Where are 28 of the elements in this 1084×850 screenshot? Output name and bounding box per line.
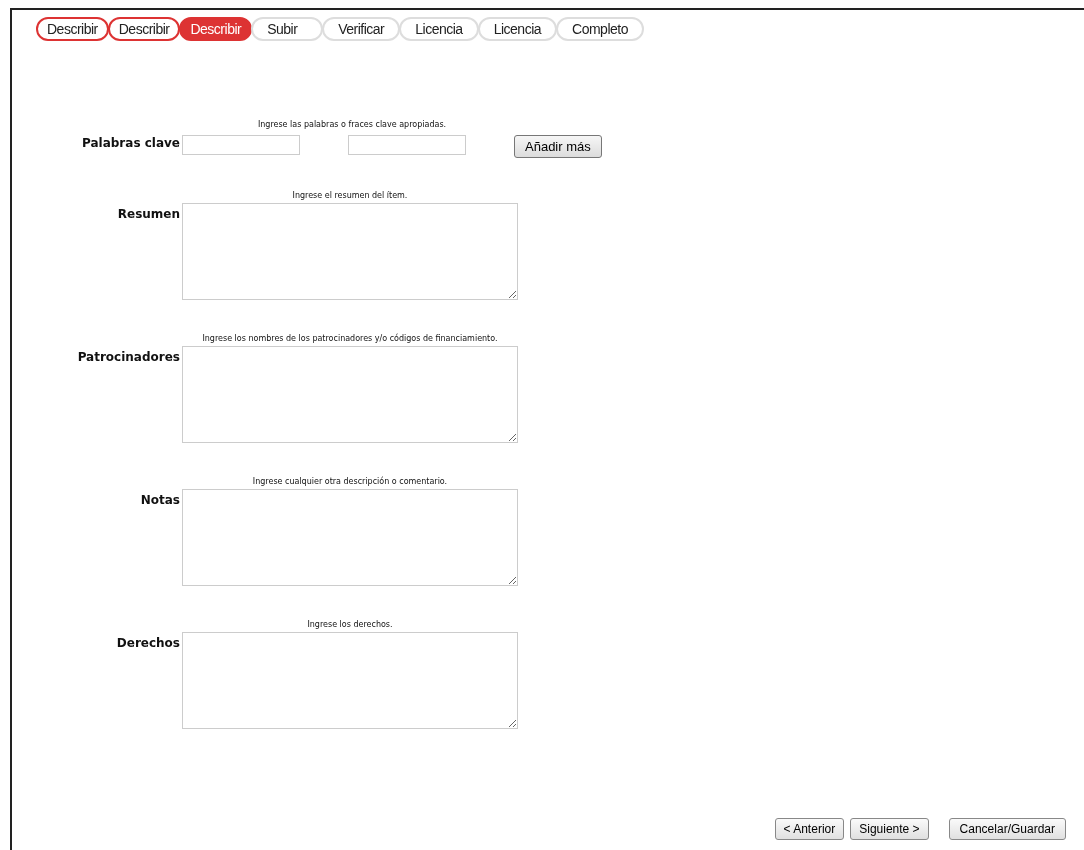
text-area[interactable] [182, 632, 518, 729]
step-tab[interactable]: Describir [179, 17, 253, 41]
step-tab[interactable]: Subir [251, 17, 324, 41]
keyword-field[interactable] [348, 135, 466, 155]
nav-button[interactable]: < Anterior [774, 818, 845, 840]
field-label: Notas [139, 492, 180, 509]
step-tab[interactable]: Describir [36, 17, 109, 41]
nav-button[interactable]: Cancelar/Guardar [948, 818, 1066, 840]
step-tab[interactable]: Verificar [322, 17, 401, 41]
nav-button[interactable]: Siguiente > [850, 818, 929, 840]
step-tab[interactable]: Licencia [477, 17, 558, 41]
field-hint: Ingrese cualquier otra descripción o comentario. [251, 477, 449, 486]
step-tab[interactable]: Describir [107, 17, 181, 41]
field-label: Derechos [115, 635, 180, 652]
step-tab[interactable]: Completo [556, 17, 644, 41]
field-label: Resumen [116, 206, 180, 223]
text-area[interactable] [182, 203, 518, 300]
text-area[interactable] [182, 346, 518, 443]
field-label: Palabras clave [81, 135, 180, 152]
keyword-field[interactable] [182, 135, 300, 155]
field-label: Patrocinadores [76, 349, 180, 366]
step-tab[interactable]: Licencia [399, 17, 479, 41]
field-hint: Ingrese el resumen del ítem. [291, 191, 409, 200]
field-hint: Ingrese los nombres de los patrocinadores y/o códigos de financiamiento. [201, 334, 499, 343]
field-hint: Ingrese las palabras o fraces clave apropiadas. [256, 120, 448, 129]
field-hint: Ingrese los derechos. [306, 620, 394, 629]
text-area[interactable] [182, 489, 518, 586]
add-more-button[interactable]: Añadir más [514, 135, 602, 158]
